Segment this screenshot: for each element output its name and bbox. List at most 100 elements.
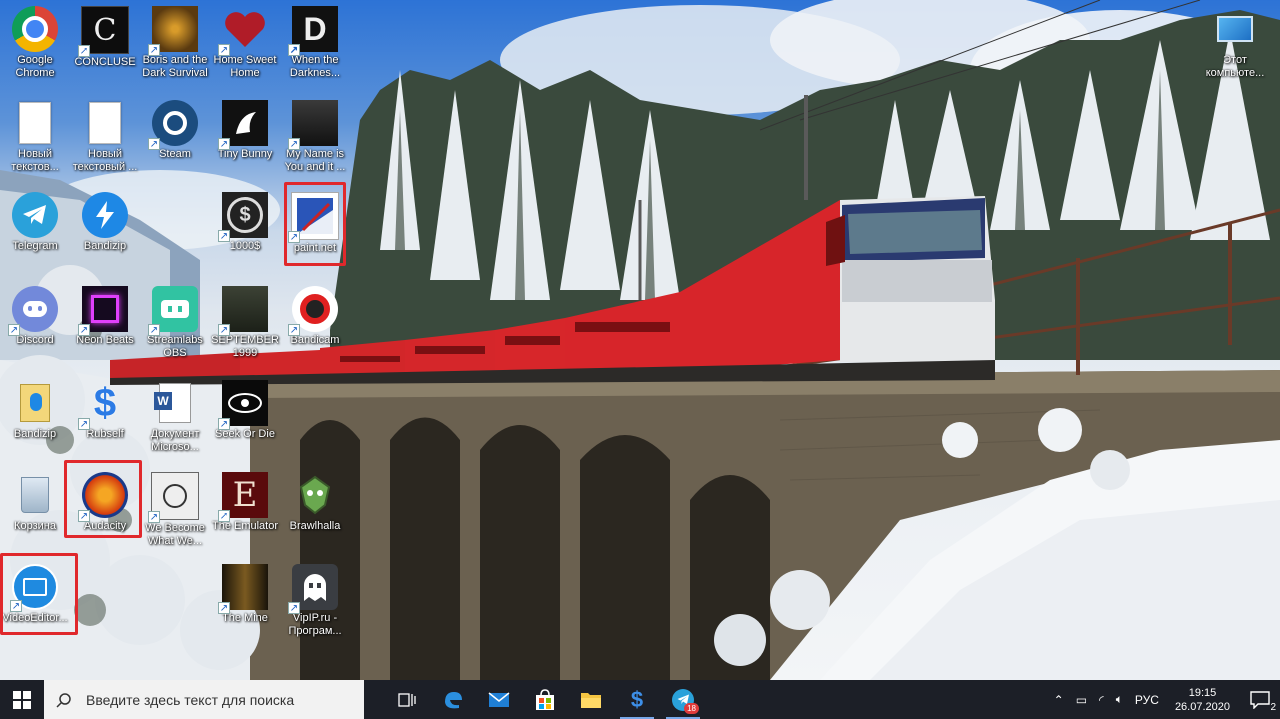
battery-icon[interactable]: ▭ (1076, 693, 1087, 707)
icon-label: Bandizip (13, 428, 57, 440)
text-document-icon (12, 100, 58, 146)
dollar-icon: $ ↗ (78, 380, 117, 430)
heart-icon: ↗ (218, 6, 268, 56)
icon-label: SEPTEMBER 1999 (211, 334, 279, 359)
desktop-icon-tiny-bunny[interactable]: ↗ Tiny Bunny (210, 96, 280, 184)
system-tray: ⌃ ▭ ◜ 🔈︎ РУС 19:15 26.07.2020 2 (1048, 680, 1280, 719)
shortcut-arrow-icon: ↗ (78, 45, 90, 57)
language-indicator[interactable]: РУС (1135, 693, 1159, 707)
mail-icon (488, 691, 510, 707)
search-placeholder: Введите здесь текст для поиска (86, 691, 295, 708)
desktop-icon-word-document[interactable]: W Документ Microso... (140, 376, 210, 464)
shortcut-arrow-icon: ↗ (218, 602, 230, 614)
shortcut-arrow-icon: ↗ (218, 324, 230, 336)
zip-archive-icon (12, 380, 58, 426)
icon-label: Корзина (14, 520, 56, 532)
shortcut-arrow-icon: ↗ (78, 418, 90, 430)
icon-label: Новый текстовый ... (72, 148, 138, 173)
the-mine-icon: ↗ (218, 564, 268, 614)
taskbar-rubself[interactable]: $ (614, 680, 660, 719)
start-button[interactable] (0, 680, 44, 719)
taskbar-store[interactable] (522, 680, 568, 719)
desktop-icon-1000[interactable]: $ ↗ 1000$ (210, 188, 280, 276)
wifi-icon[interactable]: ◜ (1099, 693, 1104, 707)
shortcut-arrow-icon: ↗ (218, 510, 230, 522)
store-bag-icon (536, 688, 554, 710)
desktop-icon-vipip[interactable]: ↗ VipIP.ru - Програм... (280, 560, 350, 648)
clock-time: 19:15 (1188, 686, 1217, 699)
desktop-icon-bandizip-2[interactable]: Bandizip (0, 376, 70, 464)
notification-count: 2 (1270, 702, 1276, 713)
volume-icon[interactable]: 🔈︎ (1116, 692, 1123, 707)
shortcut-arrow-icon: ↗ (148, 511, 160, 523)
desktop-icon-new-text-2[interactable]: Новый текстовый ... (70, 96, 140, 184)
taskbar-mail[interactable] (476, 680, 522, 719)
september-1999-icon: ↗ (218, 286, 268, 336)
icon-label: Streamlabs OBS (147, 334, 203, 359)
taskbar-file-explorer[interactable] (568, 680, 614, 719)
desktop-icon-boris[interactable]: ↗ Boris and the Dark Survival (140, 2, 210, 90)
desktop-icon-my-name-is-you[interactable]: ↗ My Name is You and it ... (280, 96, 350, 184)
discord-icon: ↗ (8, 286, 58, 336)
task-view-button[interactable] (384, 680, 430, 719)
chrome-icon (12, 6, 58, 52)
desktop-icon-seek-or-die[interactable]: ↗ Seek Or Die (210, 376, 280, 464)
taskbar: Введите здесь текст для поиска $ 18 ⌃ ▭ … (0, 680, 1280, 719)
desktop-icon-brawlhalla[interactable]: Brawlhalla (280, 468, 350, 556)
we-become-icon: ↗ (148, 472, 199, 523)
desktop-icon-neon-beats[interactable]: ↗ Neon Beats (70, 282, 140, 370)
action-center-button[interactable]: 2 (1240, 680, 1280, 719)
icon-label: VipIP.ru - Програм... (288, 612, 342, 637)
highlight-box-audacity (64, 460, 142, 538)
recycle-bin-icon (12, 472, 58, 518)
desktop-icon-home-sweet-home[interactable]: ↗ Home Sweet Home (210, 2, 280, 90)
telegram-icon (12, 192, 58, 238)
shortcut-arrow-icon: ↗ (288, 44, 300, 56)
dollar-coin-icon: $ ↗ (218, 192, 268, 242)
boris-icon: ↗ (148, 6, 198, 56)
desktop-icon-streamlabs-obs[interactable]: ↗ Streamlabs OBS (140, 282, 210, 370)
when-darkness-icon: D ↗ (288, 6, 338, 56)
desktop-icon-telegram[interactable]: Telegram (0, 188, 70, 276)
desktop-icon-bandizip[interactable]: Bandizip (70, 188, 140, 276)
my-name-is-you-icon: ↗ (288, 100, 338, 150)
desktop-icon-the-mine[interactable]: ↗ The Mine (210, 560, 280, 648)
conclusion-icon: C ↗ (78, 6, 129, 57)
chevron-up-icon[interactable]: ⌃ (1054, 693, 1064, 707)
streamlabs-icon: ↗ (148, 286, 198, 336)
desktop-icon-we-become-what-we[interactable]: ↗ We Become What We... (140, 468, 210, 556)
clock-date: 26.07.2020 (1174, 700, 1230, 713)
notification-icon (1250, 690, 1270, 709)
desktop-icon-google-chrome[interactable]: Google Chrome (0, 2, 70, 90)
lightning-icon (82, 192, 128, 238)
taskbar-search-box[interactable]: Введите здесь текст для поиска (44, 680, 364, 719)
desktop-icon-when-the-darkness[interactable]: D ↗ When the Darknes... (280, 2, 350, 90)
desktop-icon-the-emulator[interactable]: E ↗ The Emulator (210, 468, 280, 556)
edge-browser-icon (445, 691, 462, 708)
desktop-icon-steam[interactable]: ↗ Steam (140, 96, 210, 184)
taskbar-telegram[interactable]: 18 (660, 680, 706, 719)
desktop-icon-discord[interactable]: ↗ Discord (0, 282, 70, 370)
icon-label: When the Darknes... (289, 54, 341, 79)
shortcut-arrow-icon: ↗ (218, 44, 230, 56)
search-icon (56, 692, 71, 708)
icon-label: Brawlhalla (289, 520, 341, 532)
icon-label: Этот компьюте... (1205, 54, 1265, 79)
desktop-icon-conclusion[interactable]: C ↗ CONCLUSE (70, 2, 140, 90)
clock[interactable]: 19:15 26.07.2020 (1175, 686, 1230, 714)
icon-label: Bandizip (83, 240, 127, 252)
taskbar-edge[interactable] (430, 680, 476, 719)
desktop-icon-rubself[interactable]: $ ↗ Rubself (70, 376, 140, 464)
desktop-icon-september-1999[interactable]: ↗ SEPTEMBER 1999 (210, 282, 280, 370)
folder-icon (581, 692, 601, 708)
shortcut-arrow-icon: ↗ (8, 324, 20, 336)
desktop-icon-this-pc[interactable]: Этот компьюте... (1200, 2, 1270, 90)
bandicam-icon: ↗ (288, 286, 338, 336)
highlight-box-video-editor (0, 553, 78, 635)
desktop-icon-bandicam[interactable]: ↗ Bandicam (280, 282, 350, 370)
emulator-icon: E ↗ (218, 472, 268, 522)
desktop-icon-recycle-bin[interactable]: Корзина (0, 468, 70, 556)
shortcut-arrow-icon: ↗ (218, 138, 230, 150)
shortcut-arrow-icon: ↗ (218, 230, 230, 242)
desktop-icon-new-text-1[interactable]: Новый текстов... (0, 96, 70, 184)
